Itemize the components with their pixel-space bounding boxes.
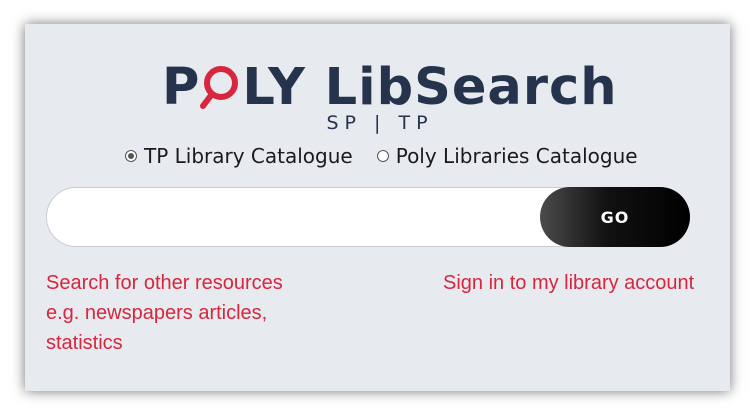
sign-in-link[interactable]: Sign in to my library account — [443, 268, 694, 298]
magnifier-icon — [200, 58, 242, 109]
other-resources-line: e.g. newspapers articles, — [46, 302, 268, 324]
radio-unchecked-icon[interactable] — [376, 150, 389, 162]
logo-subtitle: SP | TP — [326, 112, 434, 134]
other-resources-link[interactable]: Search for other resources e.g. newspape… — [46, 268, 306, 358]
logo-text-rest: LY LibSearch — [242, 58, 618, 117]
radio-checked-icon[interactable] — [125, 150, 137, 162]
radio-tp-library-catalogue[interactable]: TP Library Catalogue — [125, 144, 353, 168]
logo-text-p: P — [162, 58, 201, 117]
catalogue-selector: TP Library Catalogue Poly Libraries Cata… — [125, 142, 638, 170]
poly-libsearch-logo: P LY LibSearch — [162, 58, 617, 118]
radio-label: Poly Libraries Catalogue — [395, 144, 638, 168]
other-resources-line: statistics — [46, 332, 123, 354]
search-input[interactable] — [73, 202, 537, 234]
go-button[interactable]: GO — [540, 187, 690, 247]
search-card: P LY LibSearch SP | TP TP Library Catalog… — [25, 24, 730, 391]
other-resources-line: Search for other resources — [46, 272, 283, 294]
radio-label: TP Library Catalogue — [144, 144, 353, 168]
radio-poly-libraries-catalogue[interactable]: Poly Libraries Catalogue — [376, 144, 638, 168]
